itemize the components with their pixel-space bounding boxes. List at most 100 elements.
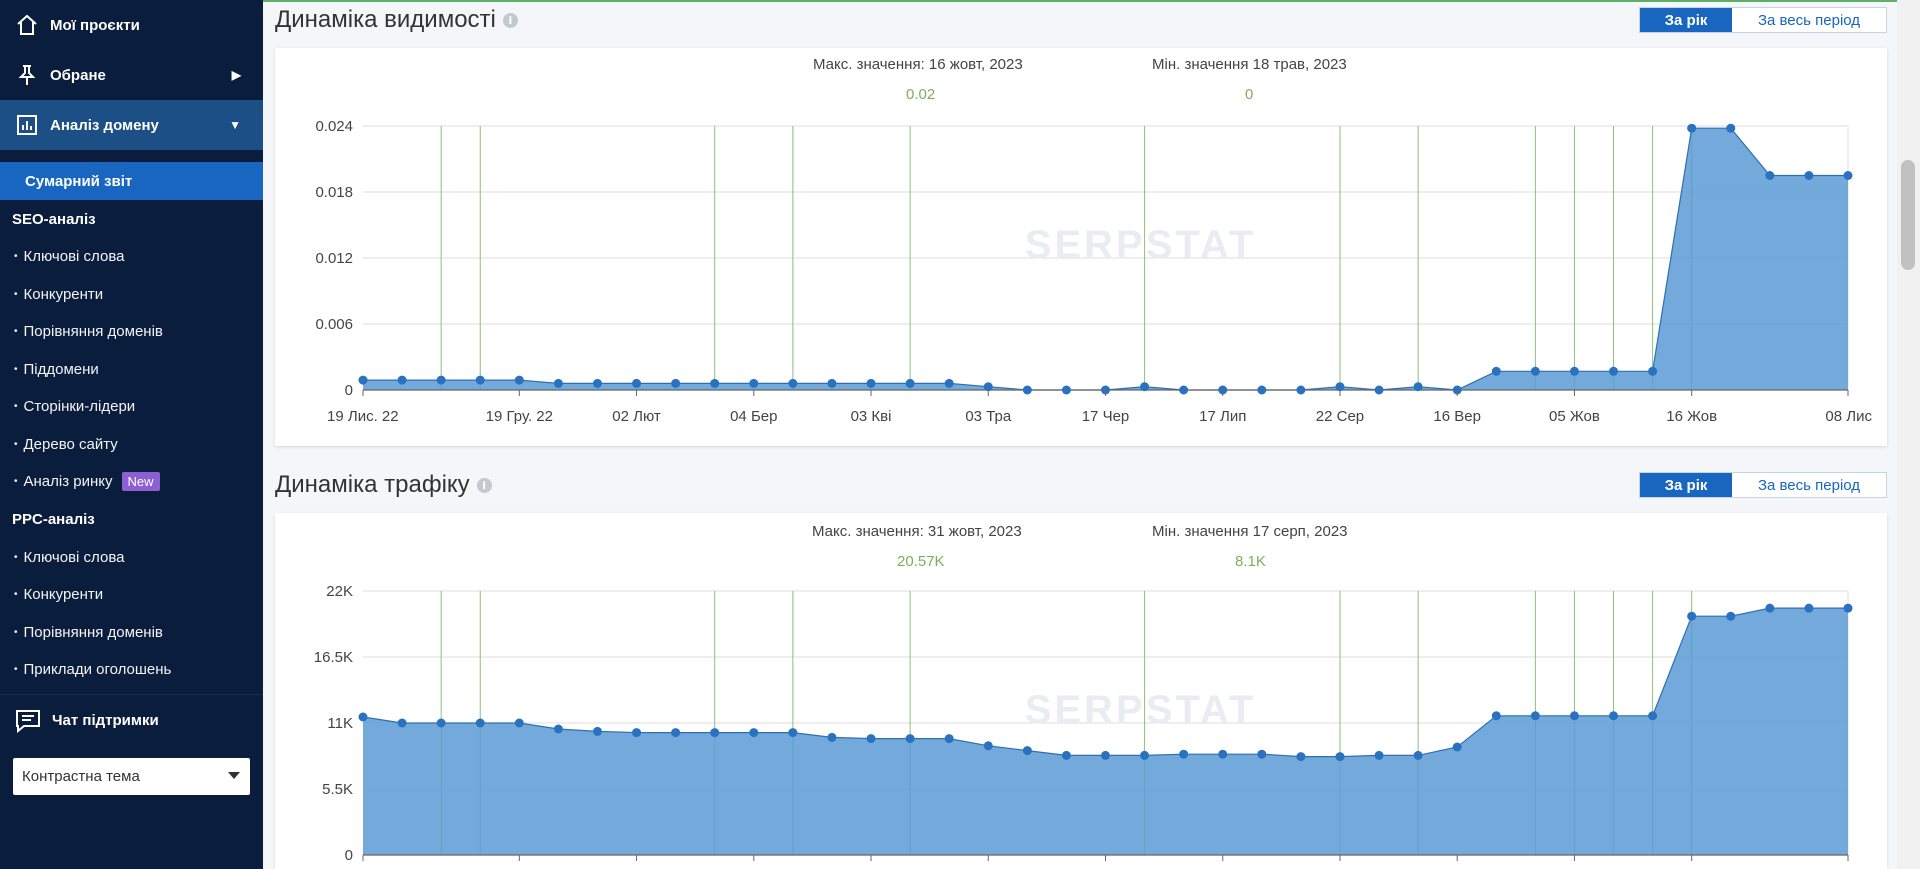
sidebar-item-ad-examples[interactable]: • Приклади оголошень xyxy=(0,651,263,689)
sidebar-item-market-analysis[interactable]: • Аналіз ринку New xyxy=(0,463,263,501)
sidebar-item-ppc-domain-compare[interactable]: • Порівняння доменів xyxy=(0,614,263,652)
data-point xyxy=(1609,366,1619,376)
traffic-section-title: Динаміка трафіку i xyxy=(275,471,492,499)
data-point xyxy=(475,718,485,728)
data-point xyxy=(1413,750,1423,760)
data-point xyxy=(436,375,446,385)
sidebar-item-ppc-competitors[interactable]: • Конкуренти xyxy=(0,576,263,614)
data-point xyxy=(358,375,368,385)
traffic-all-time-button[interactable]: За весь період xyxy=(1732,473,1886,497)
data-point xyxy=(671,728,681,738)
data-point xyxy=(944,378,954,388)
chevron-right-icon: ▶ xyxy=(231,68,241,82)
info-icon[interactable]: i xyxy=(476,477,492,493)
y-tick-label: 16.5K xyxy=(314,649,353,666)
y-tick-label: 11K xyxy=(327,715,353,732)
sidebar-item-seo-keywords[interactable]: • Ключові слова xyxy=(0,238,263,276)
data-point xyxy=(866,378,876,388)
theme-select[interactable]: Контрастна тема xyxy=(13,758,250,795)
nav-projects[interactable]: Мої проєкти xyxy=(0,0,263,50)
traffic-year-button[interactable]: За рік xyxy=(1640,473,1732,497)
chevron-down-icon: ▼ xyxy=(229,118,241,132)
visibility-all-time-button[interactable]: За весь період xyxy=(1732,8,1886,32)
x-tick-label: 16 Вер xyxy=(1433,408,1481,425)
visibility-year-button[interactable]: За рік xyxy=(1640,8,1732,32)
x-tick-label: 03 Тра xyxy=(965,408,1012,425)
data-point xyxy=(866,734,876,744)
nav-domain-analysis[interactable]: Аналіз домену ▼ xyxy=(0,100,263,150)
data-point xyxy=(514,718,524,728)
data-point xyxy=(1687,611,1697,621)
sidebar-item-subdomains[interactable]: • Піддомени xyxy=(0,351,263,389)
info-icon[interactable]: i xyxy=(502,12,518,28)
sidebar-item-top-pages[interactable]: • Сторінки-лідери xyxy=(0,388,263,426)
data-point xyxy=(1687,123,1697,133)
data-point xyxy=(1569,711,1579,721)
data-point xyxy=(827,732,837,742)
data-point xyxy=(1530,366,1540,376)
visibility-period-toggle: За рік За весь період xyxy=(1639,7,1887,33)
data-point xyxy=(788,378,798,388)
x-tick-label: 02 Лют xyxy=(612,408,661,425)
x-tick-label: 08 Лис xyxy=(1825,408,1872,425)
summary-report-label: Сумарний звіт xyxy=(25,172,133,190)
data-point xyxy=(944,734,954,744)
sidebar-item-summary-report[interactable]: Сумарний звіт xyxy=(0,162,263,200)
data-point xyxy=(905,734,915,744)
data-point xyxy=(475,375,485,385)
new-badge: New xyxy=(121,472,160,492)
traffic-chart-card: Макс. значення: 31 жовт, 2023 Мін. значе… xyxy=(275,513,1887,869)
data-point xyxy=(1335,382,1345,392)
nav-projects-label: Мої проєкти xyxy=(50,16,140,34)
sidebar-item-ppc-keywords[interactable]: • Ключові слова xyxy=(0,539,263,577)
support-chat[interactable]: Чат підтримки xyxy=(0,694,263,746)
nav-favorites[interactable]: Обране ▶ xyxy=(0,50,263,100)
data-point xyxy=(1765,171,1775,180)
data-point xyxy=(1648,366,1658,376)
watermark-logo: SERPSTAT xyxy=(1025,223,1256,267)
data-point xyxy=(1569,366,1579,376)
top-accent-line xyxy=(263,0,1920,2)
y-tick-label: 0 xyxy=(345,382,353,399)
traffic-chart: 0 5.5K 11K 16.5K 22K SERPSTAT xyxy=(314,583,1853,864)
sidebar-item-seo-competitors[interactable]: • Конкуренти xyxy=(0,276,263,314)
data-point xyxy=(1140,750,1150,760)
data-point xyxy=(1648,711,1658,721)
x-tick-label: 17 Лип xyxy=(1199,408,1246,425)
page-scrollbar[interactable] xyxy=(1897,0,1920,869)
watermark-logo: SERPSTAT xyxy=(1025,688,1256,732)
data-point xyxy=(592,726,602,736)
sidebar-item-seo-domain-compare[interactable]: • Порівняння доменів xyxy=(0,313,263,351)
y-tick-label: 0.018 xyxy=(315,184,353,201)
data-point xyxy=(553,378,563,388)
data-point xyxy=(1609,711,1619,721)
visibility-chart: 0 0.006 0.012 0.018 0.024 SERPSTAT 19 Лис. 22 1… xyxy=(315,118,1872,425)
data-point xyxy=(1530,711,1540,721)
data-point xyxy=(514,375,524,385)
data-point xyxy=(1726,123,1736,133)
data-point xyxy=(358,712,368,722)
data-point xyxy=(1296,752,1306,762)
data-point xyxy=(1140,382,1150,392)
data-point xyxy=(905,378,915,388)
data-point xyxy=(1374,385,1384,395)
sidebar-item-site-tree[interactable]: • Дерево сайту xyxy=(0,426,263,464)
y-tick-label: 0 xyxy=(345,847,353,864)
data-point xyxy=(1101,750,1110,760)
x-tick-label: 05 Жов xyxy=(1549,408,1600,425)
caret-down-icon xyxy=(228,772,240,779)
x-tick-label: 19 Лис. 22 xyxy=(327,408,399,425)
support-chat-label: Чат підтримки xyxy=(52,712,159,729)
data-point xyxy=(1179,749,1189,759)
data-point xyxy=(632,728,642,738)
scrollbar-thumb[interactable] xyxy=(1901,160,1915,270)
data-point xyxy=(1413,382,1423,392)
x-tick-label: 19 Гру. 22 xyxy=(486,408,553,425)
theme-select-value: Контрастна тема xyxy=(22,768,140,785)
x-tick-label: 04 Бер xyxy=(730,408,777,425)
y-tick-label: 0.006 xyxy=(315,316,353,333)
traffic-period-toggle: За рік За весь період xyxy=(1639,472,1887,498)
data-point xyxy=(788,728,798,738)
data-point xyxy=(397,375,407,385)
seo-section-title: SEO-аналіз xyxy=(12,210,96,228)
